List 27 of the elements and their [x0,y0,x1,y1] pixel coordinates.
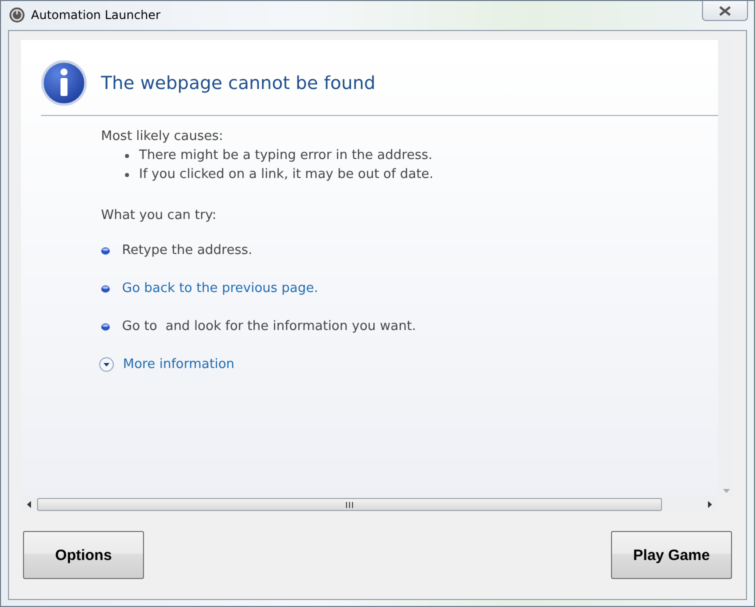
info-icon [41,60,87,106]
scroll-down-icon [722,489,730,493]
scrollbar-thumb[interactable] [37,498,662,511]
close-button[interactable] [702,1,748,21]
bullet-icon [101,322,110,330]
options-button[interactable]: Options [23,531,144,579]
try-label: What you can try: [101,207,218,225]
chevron-icon[interactable] [99,357,114,372]
page-heading: The webpage cannot be found [101,72,376,94]
back-link[interactable]: Go back to the previous page. [122,279,318,298]
cause-text: There might be a typing error in the address. [139,147,432,165]
scroll-right-icon [708,501,712,508]
suggestion-text: Retype the address. [122,242,252,260]
bullet-icon [101,284,110,292]
bullet-icon [125,172,129,176]
bullet-icon [125,154,129,158]
play-button[interactable]: Play Game [611,531,732,579]
causes-label: Most likely causes: [101,128,224,146]
cause-text: If you clicked on a link, it may be out of date. [139,166,434,184]
more-information-link[interactable]: More information [123,355,234,374]
scroll-left-icon [27,501,31,508]
bullet-icon [101,246,110,254]
app-icon [9,7,25,23]
window-title: Automation Launcher [31,7,162,23]
grip-icon [346,502,353,508]
suggestion-text: Go to and look for the information you want. [122,318,416,336]
close-icon [719,6,731,16]
